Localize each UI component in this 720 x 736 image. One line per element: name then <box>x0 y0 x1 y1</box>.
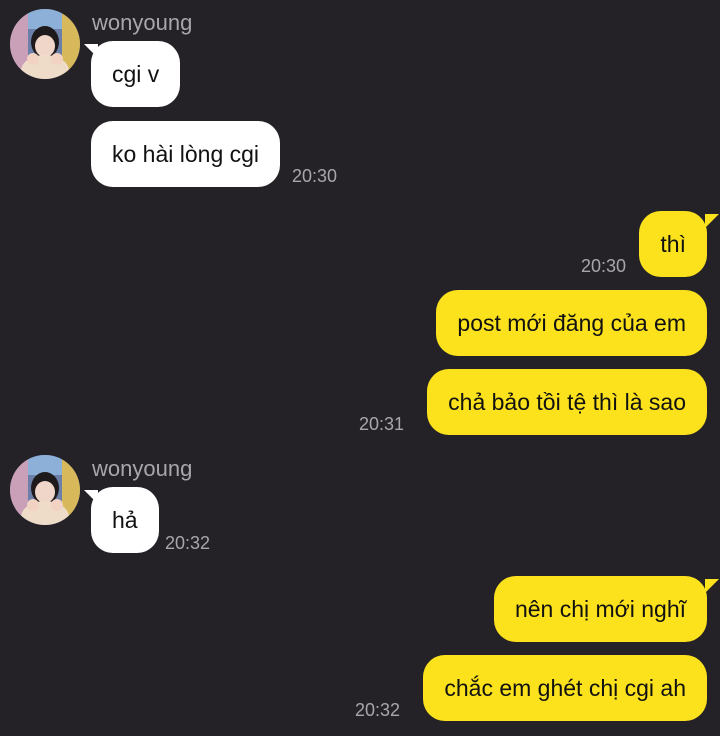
bubble-tail <box>84 490 98 504</box>
message-bubble-outgoing[interactable]: nên chị mới nghĩ <box>493 576 707 642</box>
message-bubble-outgoing[interactable]: post mới đăng của em <box>436 290 707 356</box>
message-timestamp: 20:32 <box>355 700 401 720</box>
message-text: ko hài lòng cgi <box>112 140 260 167</box>
message-timestamp: 20:30 <box>292 166 338 186</box>
message-bubble-outgoing[interactable]: thì <box>639 211 707 277</box>
bubble-tail <box>84 44 98 58</box>
message-bubble-outgoing[interactable]: chả bảo tồi tệ thì là sao <box>427 369 707 435</box>
message-text: chả bảo tồi tệ thì là sao <box>448 388 686 415</box>
message-bubble-incoming[interactable]: hả <box>91 487 159 553</box>
message-text: thì <box>660 230 686 257</box>
message-text: nên chị mới nghĩ <box>514 595 686 622</box>
message-bubble-incoming[interactable]: cgi v <box>91 41 181 107</box>
message-text: chắc em ghét chị cgi ah <box>444 674 686 701</box>
message-text: hả <box>112 506 138 533</box>
bubble-tail <box>705 579 719 593</box>
message-timestamp: 20:30 <box>581 256 627 276</box>
message-text: cgi v <box>112 60 160 87</box>
sender-name: wonyoung <box>92 456 193 481</box>
message-timestamp: 20:32 <box>165 533 211 553</box>
avatar[interactable] <box>10 9 80 79</box>
message-timestamp: 20:31 <box>359 414 405 434</box>
sender-name: wonyoung <box>92 10 193 35</box>
message-bubble-outgoing[interactable]: chắc em ghét chị cgi ah <box>423 655 707 721</box>
message-bubble-incoming[interactable]: ko hài lòng cgi <box>91 121 281 187</box>
message-text: post mới đăng của em <box>457 309 686 336</box>
bubble-tail <box>705 214 719 228</box>
avatar[interactable] <box>10 455 80 525</box>
